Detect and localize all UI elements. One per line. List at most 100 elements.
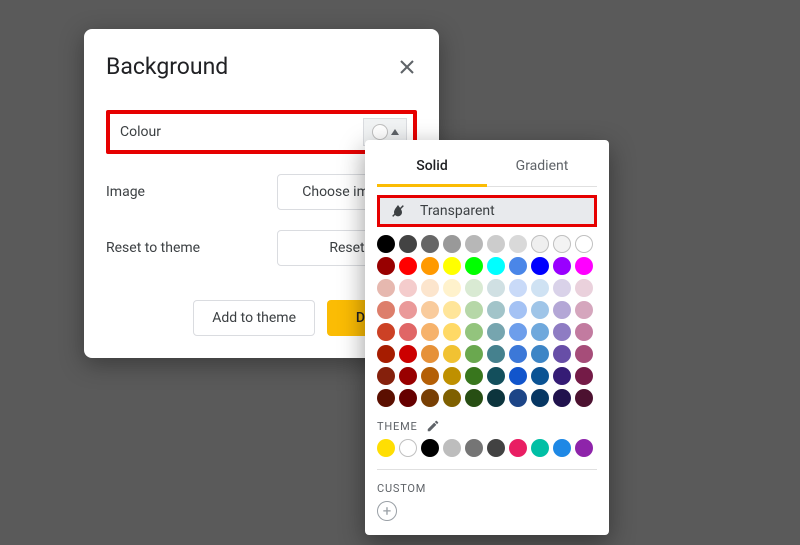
theme-swatch[interactable] xyxy=(421,439,439,457)
palette-swatch[interactable] xyxy=(421,323,439,341)
palette-swatch[interactable] xyxy=(377,257,395,275)
palette-swatch[interactable] xyxy=(487,367,505,385)
palette-swatch[interactable] xyxy=(399,389,417,407)
palette-swatch[interactable] xyxy=(509,367,527,385)
theme-swatch[interactable] xyxy=(531,439,549,457)
palette-swatch[interactable] xyxy=(575,345,593,363)
palette-swatch[interactable] xyxy=(531,345,549,363)
palette-swatch[interactable] xyxy=(465,279,483,297)
palette-swatch[interactable] xyxy=(421,345,439,363)
palette-swatch[interactable] xyxy=(465,257,483,275)
palette-swatch[interactable] xyxy=(575,389,593,407)
palette-swatch[interactable] xyxy=(553,367,571,385)
palette-swatch[interactable] xyxy=(575,323,593,341)
add-to-theme-button[interactable]: Add to theme xyxy=(193,300,315,336)
palette-swatch[interactable] xyxy=(487,323,505,341)
palette-swatch[interactable] xyxy=(377,323,395,341)
close-icon[interactable] xyxy=(397,57,417,77)
palette-swatch[interactable] xyxy=(377,301,395,319)
palette-swatch[interactable] xyxy=(509,345,527,363)
palette-swatch[interactable] xyxy=(421,235,439,253)
palette-swatch[interactable] xyxy=(421,279,439,297)
palette-swatch[interactable] xyxy=(531,323,549,341)
palette-swatch[interactable] xyxy=(377,345,395,363)
palette-swatch[interactable] xyxy=(377,367,395,385)
palette-swatch[interactable] xyxy=(553,345,571,363)
transparent-option[interactable]: Transparent xyxy=(380,198,594,224)
palette-swatch[interactable] xyxy=(487,301,505,319)
palette-swatch[interactable] xyxy=(443,279,461,297)
palette-swatch[interactable] xyxy=(553,301,571,319)
theme-swatch[interactable] xyxy=(487,439,505,457)
palette-swatch[interactable] xyxy=(531,235,549,253)
palette-swatch[interactable] xyxy=(443,235,461,253)
palette-swatch[interactable] xyxy=(575,301,593,319)
palette-swatch[interactable] xyxy=(553,389,571,407)
palette-swatch[interactable] xyxy=(531,279,549,297)
palette-swatch[interactable] xyxy=(487,389,505,407)
palette-swatch[interactable] xyxy=(443,345,461,363)
theme-swatch[interactable] xyxy=(399,439,417,457)
palette-swatch[interactable] xyxy=(509,257,527,275)
palette-swatch[interactable] xyxy=(399,323,417,341)
palette-swatch[interactable] xyxy=(487,345,505,363)
palette-swatch[interactable] xyxy=(399,367,417,385)
palette-swatch[interactable] xyxy=(443,323,461,341)
palette-swatch[interactable] xyxy=(443,301,461,319)
palette-swatch[interactable] xyxy=(487,235,505,253)
palette-swatch[interactable] xyxy=(553,279,571,297)
pencil-icon[interactable] xyxy=(426,419,440,433)
tab-gradient[interactable]: Gradient xyxy=(487,152,597,186)
palette-swatch[interactable] xyxy=(487,279,505,297)
theme-swatch[interactable] xyxy=(377,439,395,457)
palette-swatch[interactable] xyxy=(421,389,439,407)
palette-swatch[interactable] xyxy=(465,301,483,319)
palette-swatch[interactable] xyxy=(377,279,395,297)
palette-swatch[interactable] xyxy=(443,367,461,385)
palette-swatch[interactable] xyxy=(399,257,417,275)
palette-swatch[interactable] xyxy=(531,301,549,319)
palette-swatch[interactable] xyxy=(531,367,549,385)
palette-swatch[interactable] xyxy=(377,235,395,253)
theme-swatch[interactable] xyxy=(575,439,593,457)
palette-swatch[interactable] xyxy=(575,235,593,253)
palette-swatch[interactable] xyxy=(465,345,483,363)
palette-swatch[interactable] xyxy=(553,235,571,253)
palette-swatch[interactable] xyxy=(465,235,483,253)
palette-swatch[interactable] xyxy=(509,389,527,407)
colour-picker: Solid Gradient Transparent THEME CUSTOM … xyxy=(365,140,609,535)
palette-swatch[interactable] xyxy=(509,235,527,253)
palette-swatch[interactable] xyxy=(399,345,417,363)
palette-swatch[interactable] xyxy=(377,389,395,407)
tab-solid[interactable]: Solid xyxy=(377,152,487,187)
palette-swatch[interactable] xyxy=(531,389,549,407)
palette-swatch[interactable] xyxy=(575,367,593,385)
add-custom-colour[interactable]: + xyxy=(377,501,397,521)
palette-swatch[interactable] xyxy=(465,323,483,341)
theme-swatch[interactable] xyxy=(443,439,461,457)
palette-swatch[interactable] xyxy=(575,257,593,275)
palette-swatch[interactable] xyxy=(509,279,527,297)
palette-swatch[interactable] xyxy=(399,235,417,253)
palette-swatch[interactable] xyxy=(421,367,439,385)
palette-swatch[interactable] xyxy=(509,301,527,319)
theme-section-label: THEME xyxy=(377,419,597,433)
palette-swatch[interactable] xyxy=(443,257,461,275)
palette-swatch[interactable] xyxy=(487,257,505,275)
palette-swatch[interactable] xyxy=(443,389,461,407)
palette-swatch[interactable] xyxy=(575,279,593,297)
palette-swatch[interactable] xyxy=(465,367,483,385)
palette-swatch[interactable] xyxy=(553,257,571,275)
palette-swatch[interactable] xyxy=(531,257,549,275)
reset-label: Reset to theme xyxy=(106,240,200,256)
palette-swatch[interactable] xyxy=(399,279,417,297)
palette-swatch[interactable] xyxy=(553,323,571,341)
palette-swatch[interactable] xyxy=(465,389,483,407)
theme-swatch[interactable] xyxy=(509,439,527,457)
theme-swatch[interactable] xyxy=(553,439,571,457)
palette-swatch[interactable] xyxy=(509,323,527,341)
theme-swatch[interactable] xyxy=(465,439,483,457)
palette-swatch[interactable] xyxy=(399,301,417,319)
palette-swatch[interactable] xyxy=(421,257,439,275)
palette-swatch[interactable] xyxy=(421,301,439,319)
